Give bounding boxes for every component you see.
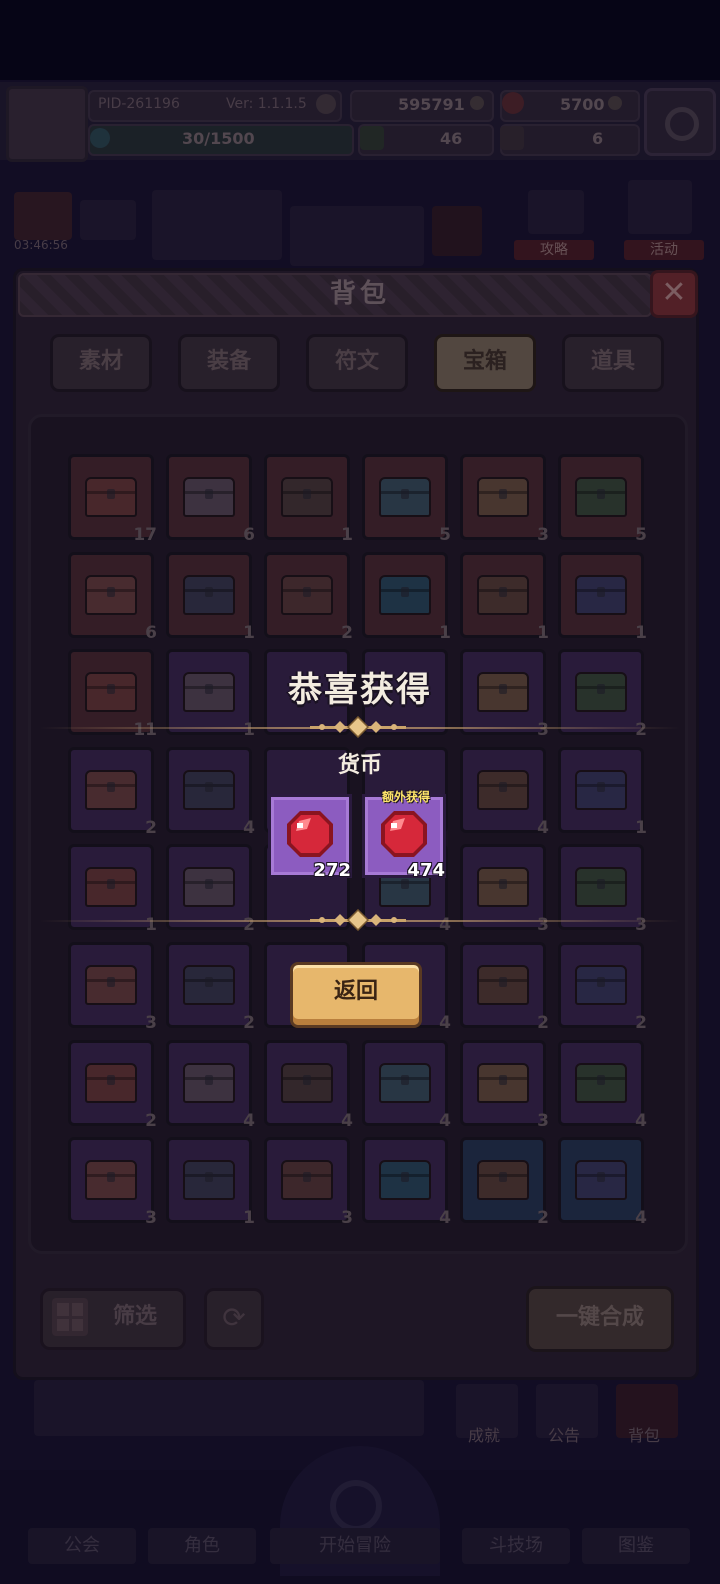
- ornament-top-icon: [310, 716, 406, 738]
- back-button[interactable]: 返回: [290, 962, 422, 1028]
- reward-quantity: 474: [407, 860, 445, 881]
- extra-reward-tag: 额外获得: [381, 790, 430, 804]
- red-gem-icon: [287, 811, 333, 857]
- reward-title: 恭喜获得: [288, 670, 432, 710]
- currency-section-label: 货币: [337, 753, 382, 778]
- red-gem-icon: [381, 811, 427, 857]
- reward-item-extra[interactable]: 474: [362, 794, 446, 881]
- modal-overlay[interactable]: [0, 0, 720, 1584]
- reward-item[interactable]: 272: [268, 794, 352, 881]
- ornament-bottom-icon: [310, 909, 406, 931]
- reward-quantity: 272: [313, 860, 351, 881]
